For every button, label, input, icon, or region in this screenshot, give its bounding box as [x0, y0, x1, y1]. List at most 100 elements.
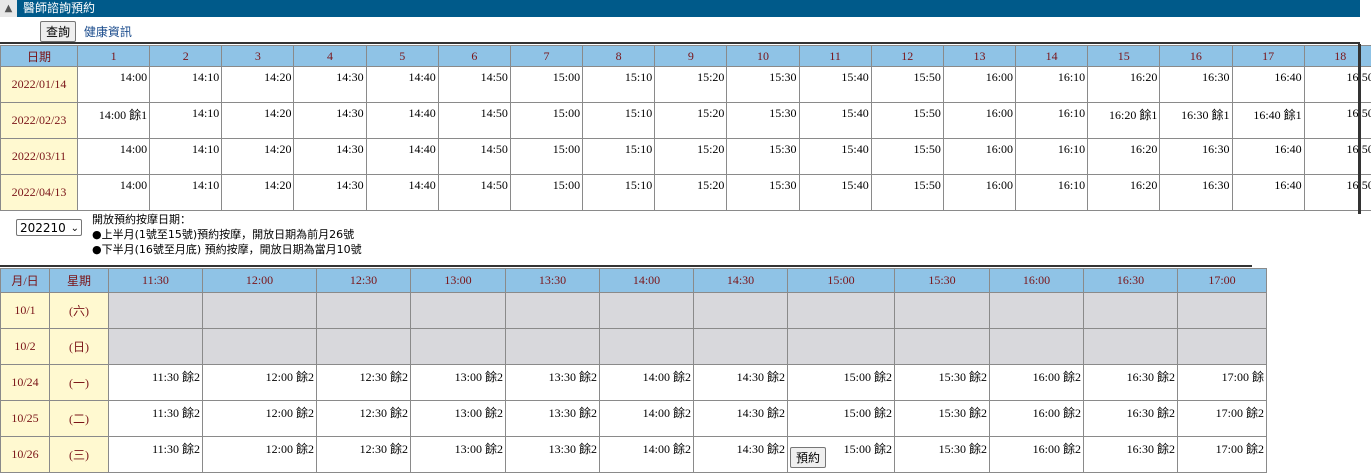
time-slot[interactable]: 16:30 餘2 [1084, 437, 1178, 473]
time-slot[interactable]: 15:20 [655, 139, 727, 175]
time-slot[interactable]: 15:30 餘2 [895, 437, 990, 473]
time-slot[interactable]: 16:00 [943, 139, 1015, 175]
time-slot[interactable]: 15:00 [510, 103, 582, 139]
time-slot[interactable]: 16:40 [1232, 139, 1304, 175]
time-slot[interactable]: 14:20 [222, 175, 294, 211]
time-slot[interactable]: 16:00 [943, 103, 1015, 139]
time-slot[interactable]: 15:30 [727, 175, 799, 211]
time-slot[interactable]: 16:00 餘2 [990, 437, 1084, 473]
time-slot[interactable]: 14:10 [150, 175, 222, 211]
collapse-icon[interactable]: ▲ [0, 0, 17, 17]
time-slot[interactable]: 15:40 [799, 103, 871, 139]
book-button[interactable]: 預約 [790, 447, 826, 468]
time-slot[interactable]: 16:10 [1016, 139, 1088, 175]
time-slot[interactable]: 14:40 [366, 67, 438, 103]
time-slot[interactable]: 15:10 [583, 175, 655, 211]
time-slot[interactable]: 14:00 餘1 [78, 103, 150, 139]
time-slot[interactable]: 16:10 [1016, 67, 1088, 103]
time-slot[interactable]: 12:00 餘2 [203, 437, 317, 473]
time-slot[interactable]: 16:00 餘2 [990, 401, 1084, 437]
time-slot[interactable]: 16:30 [1160, 175, 1232, 211]
time-slot[interactable]: 13:30 餘2 [506, 401, 600, 437]
time-slot[interactable]: 15:30 [727, 67, 799, 103]
time-slot[interactable]: 15:20 [655, 175, 727, 211]
time-slot[interactable]: 15:30 [727, 103, 799, 139]
time-slot[interactable]: 15:40 [799, 175, 871, 211]
time-slot[interactable]: 14:00 [78, 139, 150, 175]
time-slot[interactable]: 13:00 餘2 [411, 365, 506, 401]
time-slot[interactable]: 14:00 餘2 [600, 401, 694, 437]
health-info-link[interactable]: 健康資訊 [84, 25, 132, 39]
time-slot[interactable]: 14:30 [294, 139, 366, 175]
time-slot[interactable]: 14:50 [438, 175, 510, 211]
time-slot[interactable]: 14:00 [78, 67, 150, 103]
time-slot[interactable]: 14:10 [150, 139, 222, 175]
time-slot[interactable]: 16:40 [1232, 175, 1304, 211]
time-slot[interactable]: 13:00 餘2 [411, 437, 506, 473]
time-slot[interactable]: 16:10 [1016, 103, 1088, 139]
time-slot[interactable]: 14:10 [150, 67, 222, 103]
time-slot[interactable]: 14:40 [366, 103, 438, 139]
time-slot[interactable]: 16:40 餘1 [1232, 103, 1304, 139]
time-slot[interactable]: 11:30 餘2 [109, 401, 203, 437]
time-slot[interactable]: 12:00 餘2 [203, 401, 317, 437]
time-slot[interactable]: 14:30 餘2 [694, 365, 788, 401]
time-slot[interactable]: 12:30 餘2 [317, 401, 411, 437]
time-slot[interactable]: 13:30 餘2 [506, 437, 600, 473]
time-slot[interactable]: 15:40 [799, 67, 871, 103]
time-slot[interactable]: 14:10 [150, 103, 222, 139]
time-slot[interactable]: 14:50 [438, 139, 510, 175]
time-slot[interactable]: 14:20 [222, 139, 294, 175]
time-slot[interactable]: 15:00 餘2 [788, 401, 895, 437]
time-slot[interactable]: 15:00 餘2 [788, 365, 895, 401]
time-slot[interactable]: 16:00 [943, 175, 1015, 211]
time-slot[interactable]: 16:30 [1160, 67, 1232, 103]
time-slot[interactable]: 16:20 [1088, 139, 1160, 175]
time-slot[interactable]: 17:00 餘 [1178, 365, 1267, 401]
time-slot[interactable]: 16:20 [1088, 67, 1160, 103]
time-slot[interactable]: 14:00 餘2 [600, 365, 694, 401]
time-slot[interactable]: 14:20 [222, 67, 294, 103]
time-slot[interactable]: 15:30 餘2 [895, 401, 990, 437]
time-slot[interactable]: 16:40 [1232, 67, 1304, 103]
time-slot[interactable]: 15:10 [583, 139, 655, 175]
time-slot[interactable]: 16:30 餘1 [1160, 103, 1232, 139]
time-slot[interactable]: 14:50 [438, 67, 510, 103]
time-slot[interactable]: 14:20 [222, 103, 294, 139]
time-slot[interactable]: 14:30 [294, 175, 366, 211]
time-slot[interactable]: 16:30 [1160, 139, 1232, 175]
vertical-scrollbar[interactable] [1358, 44, 1361, 214]
time-slot[interactable]: 15:50 [871, 139, 943, 175]
time-slot[interactable]: 15:10 [583, 103, 655, 139]
time-slot[interactable]: 12:30 餘2 [317, 437, 411, 473]
time-slot[interactable]: 15:20 [655, 67, 727, 103]
time-slot[interactable]: 15:00 [510, 139, 582, 175]
time-slot[interactable]: 13:30 餘2 [506, 365, 600, 401]
time-slot[interactable]: 15:50 [871, 175, 943, 211]
time-slot[interactable]: 16:20 餘1 [1088, 103, 1160, 139]
time-slot[interactable]: 12:30 餘2 [317, 365, 411, 401]
time-slot[interactable]: 15:50 [871, 103, 943, 139]
time-slot[interactable]: 14:50 [438, 103, 510, 139]
time-slot[interactable]: 15:40 [799, 139, 871, 175]
time-slot[interactable]: 14:30 餘2 [694, 401, 788, 437]
time-slot[interactable]: 14:40 [366, 175, 438, 211]
time-slot[interactable]: 14:00 [78, 175, 150, 211]
time-slot[interactable]: 17:00 餘2 [1178, 401, 1267, 437]
time-slot[interactable]: 16:20 [1088, 175, 1160, 211]
time-slot[interactable]: 16:10 [1016, 175, 1088, 211]
time-slot[interactable]: 14:30 餘2 [694, 437, 788, 473]
time-slot[interactable]: 11:30 餘2 [109, 437, 203, 473]
time-slot[interactable]: 15:50 [871, 67, 943, 103]
time-slot[interactable]: 16:30 餘2 [1084, 401, 1178, 437]
time-slot[interactable]: 14:30 [294, 67, 366, 103]
time-slot[interactable]: 15:00 [510, 175, 582, 211]
time-slot[interactable]: 14:40 [366, 139, 438, 175]
time-slot[interactable]: 13:00 餘2 [411, 401, 506, 437]
time-slot[interactable]: 15:00 [510, 67, 582, 103]
time-slot[interactable]: 16:00 餘2 [990, 365, 1084, 401]
time-slot[interactable]: 15:20 [655, 103, 727, 139]
month-select[interactable]: 202210 ⌄ [16, 219, 82, 236]
time-slot[interactable]: 15:30 餘2 [895, 365, 990, 401]
time-slot[interactable]: 15:10 [583, 67, 655, 103]
